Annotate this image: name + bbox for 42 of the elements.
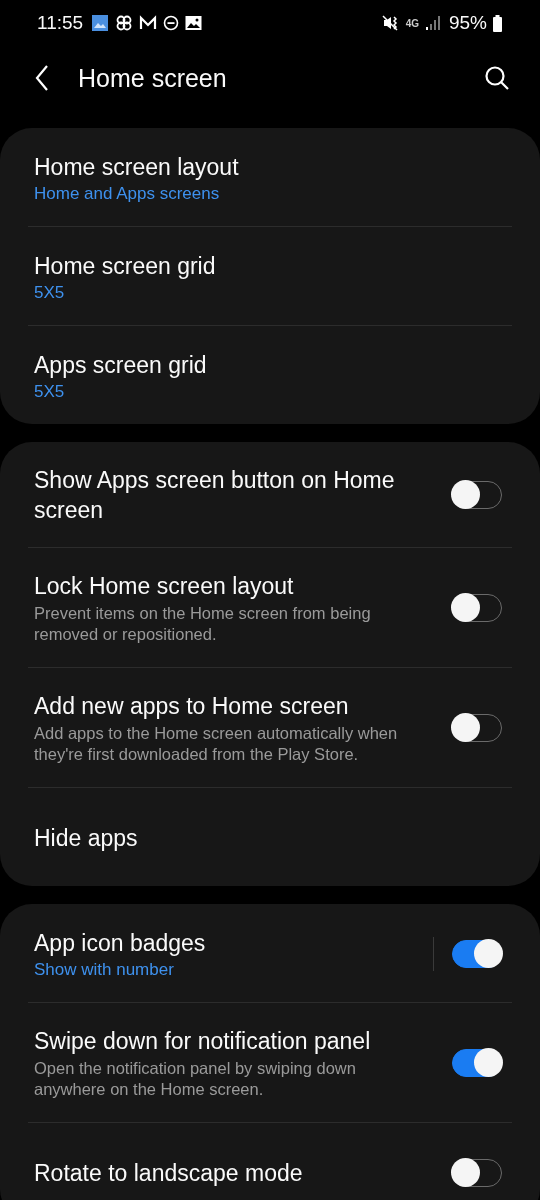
- setting-title: App icon badges: [34, 928, 207, 958]
- signal-icon: [424, 15, 441, 31]
- setting-title: Hide apps: [34, 823, 139, 853]
- back-button[interactable]: [34, 64, 50, 92]
- setting-value: Show with number: [34, 959, 175, 980]
- search-button[interactable]: [484, 65, 510, 91]
- battery-icon: [493, 14, 502, 32]
- setting-title: Apps screen grid: [34, 350, 208, 380]
- image-icon: [185, 15, 203, 31]
- network-type: 4G: [405, 17, 419, 29]
- setting-value: Home and Apps screens: [34, 183, 221, 204]
- vibrate-mute-icon: [381, 14, 400, 32]
- battery-percent: 95%: [448, 12, 487, 34]
- setting-title: Swipe down for notification panel: [34, 1027, 372, 1056]
- settings-row[interactable]: Lock Home screen layout Prevent items on the Home screen from being removed or repositioned.: [28, 548, 512, 667]
- settings-row[interactable]: Hide apps: [28, 788, 512, 886]
- setting-description: Open the notification panel by swiping down anywhere on the Home screen.: [34, 1058, 357, 1100]
- setting-description: Prevent items on the Home screen from being removed or repositioned.: [34, 603, 372, 645]
- setting-value: 5X5: [34, 282, 66, 303]
- setting-title: Lock Home screen layout: [34, 572, 295, 601]
- settings-row[interactable]: Add new apps to Home screen Add apps to the Home screen automatically when they're first downloaded from the Play Store.: [28, 668, 512, 787]
- settings-row[interactable]: Apps screen grid 5X5: [28, 326, 512, 424]
- gallery-notification-icon: [91, 14, 110, 32]
- setting-title: Show Apps screen button on Home screen: [34, 466, 396, 525]
- settings-row[interactable]: App icon badges Show with number: [28, 904, 512, 1002]
- settings-row[interactable]: Rotate to landscape mode: [28, 1123, 512, 1200]
- setting-description: Add apps to the Home screen automatically when they're first downloaded from the Play Store.: [34, 723, 399, 765]
- status-time: 11:55: [37, 12, 84, 34]
- settings-row[interactable]: Show Apps screen button on Home screen: [28, 442, 512, 547]
- settings-row[interactable]: Swipe down for notification panel Open the notification panel by swiping down anywhere on the Home screen.: [28, 1003, 512, 1122]
- settings-row[interactable]: Home screen grid 5X5: [28, 227, 512, 325]
- setting-title: Add new apps to Home screen: [34, 692, 350, 721]
- toggle-switch[interactable]: [452, 1049, 502, 1077]
- setting-value: 5X5: [34, 381, 66, 402]
- setting-title: Home screen grid: [34, 251, 217, 281]
- setting-title: Rotate to landscape mode: [34, 1158, 304, 1188]
- page-title: Home screen: [78, 63, 228, 93]
- setting-title: Home screen layout: [34, 152, 240, 182]
- do-not-disturb-icon: [163, 15, 180, 31]
- settings-row[interactable]: Home screen layout Home and Apps screens: [28, 128, 512, 226]
- toggle-switch[interactable]: [452, 939, 502, 968]
- mail-icon: [139, 15, 158, 31]
